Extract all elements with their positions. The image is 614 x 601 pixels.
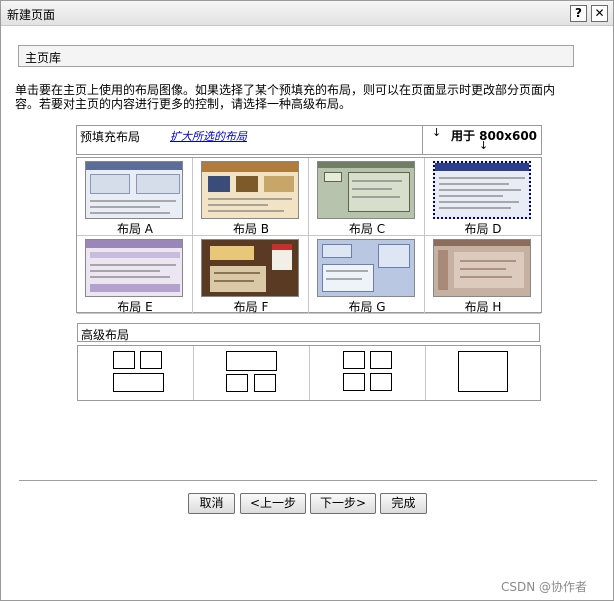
cancel-button[interactable]: 取消 (188, 493, 235, 514)
layout-d-thumbnail (433, 161, 531, 219)
instructions-text: 单击要在主页上使用的布局图像。如果选择了某个预填充的布局，则可以在页面显示时更改… (15, 83, 556, 111)
frame-box (343, 351, 365, 369)
layout-a-option[interactable]: 布局 A (77, 158, 193, 236)
frame-box (370, 373, 392, 391)
layout-e-thumbnail (85, 239, 183, 297)
layout-f-label: 布局 F (233, 300, 269, 314)
new-page-dialog: 新建页面 ? ✕ 主页库 单击要在主页上使用的布局图像。如果选择了某个预填充的布… (0, 0, 614, 601)
layout-g-label: 布局 G (348, 300, 386, 314)
layout-c-option[interactable]: 布局 C (309, 158, 425, 236)
layout-b-option[interactable]: 布局 B (193, 158, 309, 236)
frame-box (113, 373, 164, 392)
layout-d-option[interactable]: 布局 D (425, 158, 541, 236)
frame-box (226, 374, 248, 392)
advanced-layout-1-option[interactable] (78, 346, 194, 400)
advanced-layout-3-option[interactable] (310, 346, 426, 400)
layout-d-label: 布局 D (464, 222, 502, 236)
layout-c-thumbnail (317, 161, 415, 219)
help-button[interactable]: ? (570, 5, 587, 22)
frame-box (343, 373, 365, 391)
frame-box (370, 351, 392, 369)
advanced-layout-grid (77, 345, 541, 401)
layout-g-thumbnail (317, 239, 415, 297)
next-button[interactable]: 下一步> (310, 493, 376, 514)
layout-grid: 布局 A 布局 B 布局 C 布局 D 布局 E 布局 F 布局 G 布局 H (76, 157, 542, 314)
layout-a-thumbnail (85, 161, 183, 219)
frame-box (254, 374, 276, 392)
layout-g-option[interactable]: 布局 G (309, 236, 425, 314)
layout-e-option[interactable]: 布局 E (77, 236, 193, 314)
frame-box (113, 351, 135, 369)
title-bar: 新建页面 ? ✕ (1, 1, 613, 26)
arrow-down-icon: ↓ (432, 126, 442, 139)
layout-e-label: 布局 E (117, 300, 153, 314)
prefilled-layouts-header: 预填充布局 扩大所选的布局 ↓ 用于 800x600 ↓ (76, 125, 542, 155)
frame-box (458, 351, 508, 392)
resolution-box: ↓ 用于 800x600 ↓ (422, 125, 543, 155)
previous-button[interactable]: <上一步 (240, 493, 306, 514)
layout-b-label: 布局 B (232, 222, 270, 236)
finish-button[interactable]: 完成 (380, 493, 427, 514)
prefilled-layouts-label: 预填充布局 (80, 130, 141, 144)
close-button[interactable]: ✕ (591, 5, 608, 22)
layout-f-thumbnail (201, 239, 299, 297)
divider (19, 480, 597, 482)
advanced-layouts-header: 高级布局 (77, 323, 540, 342)
layout-a-label: 布局 A (116, 222, 154, 236)
layout-h-label: 布局 H (464, 300, 502, 314)
frame-box (140, 351, 162, 369)
resolution-label: 用于 800x600 (451, 129, 538, 143)
library-field[interactable]: 主页库 (18, 45, 574, 67)
window-title: 新建页面 (7, 8, 56, 22)
layout-b-thumbnail (201, 161, 299, 219)
advanced-layout-2-option[interactable] (194, 346, 310, 400)
expand-layout-link[interactable]: 扩大所选的布局 (170, 128, 247, 144)
layout-h-thumbnail (433, 239, 531, 297)
watermark: CSDN @协作者 (501, 580, 588, 594)
layout-c-label: 布局 C (348, 222, 386, 236)
advanced-layouts-label: 高级布局 (81, 328, 130, 342)
advanced-layout-4-option[interactable] (426, 346, 542, 400)
layout-f-option[interactable]: 布局 F (193, 236, 309, 314)
arrow-down-icon: ↓ (479, 139, 489, 152)
layout-h-option[interactable]: 布局 H (425, 236, 541, 314)
frame-box (226, 351, 277, 371)
